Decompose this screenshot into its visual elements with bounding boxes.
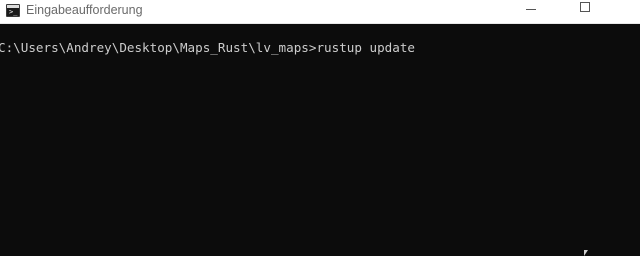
icon-prompt-glyph: >_ [9, 8, 18, 16]
window-title: Eingabeaufforderung [26, 3, 143, 17]
maximize-button[interactable] [562, 0, 608, 24]
command-prompt-icon[interactable]: >_ [6, 4, 20, 17]
maximize-icon [580, 2, 590, 12]
command-prompt-window: >_ Eingabeaufforderung C:\Users\Andrey\D… [0, 0, 640, 256]
minimize-icon [526, 9, 536, 10]
mouse-pointer-icon [584, 250, 588, 256]
title-bar[interactable]: >_ Eingabeaufforderung [0, 0, 640, 24]
minimize-button[interactable] [508, 0, 554, 24]
command-line: C:\Users\Andrey\Desktop\Maps_Rust\lv_map… [0, 40, 416, 55]
console-output[interactable]: C:\Users\Andrey\Desktop\Maps_Rust\lv_map… [0, 24, 640, 256]
